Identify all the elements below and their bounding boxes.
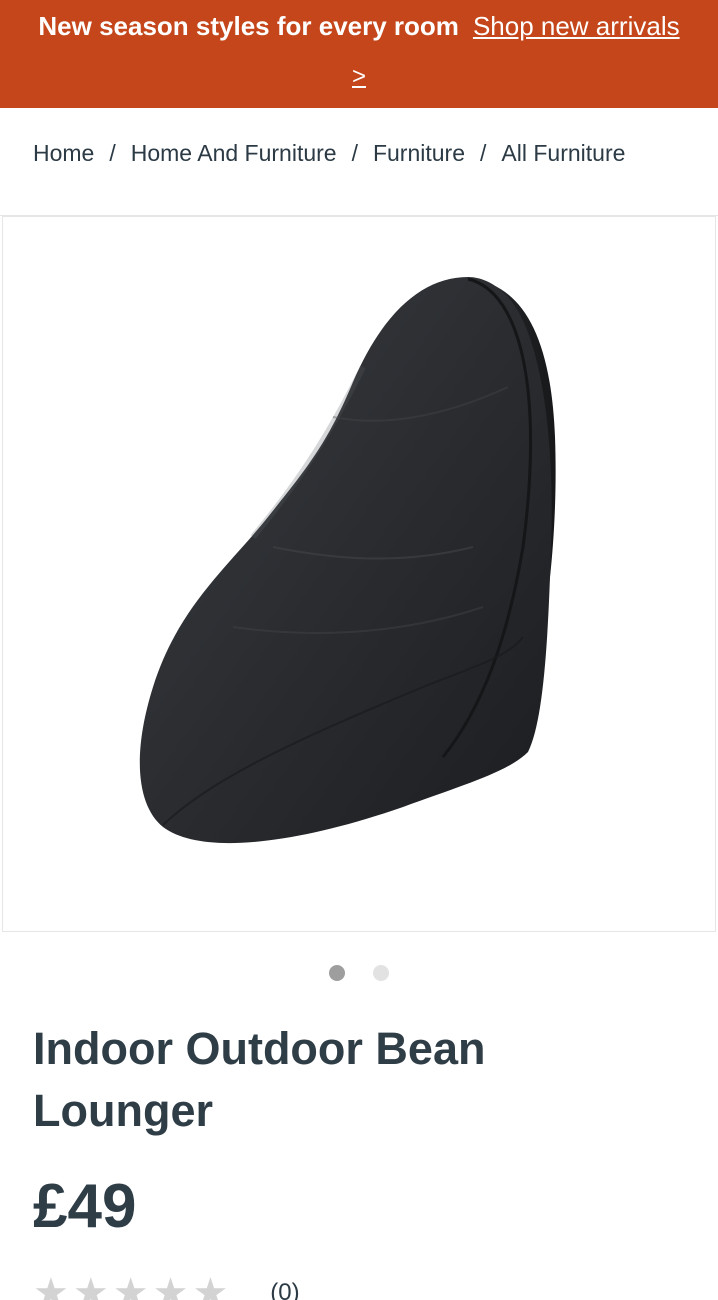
star-icon: ★: [112, 1271, 149, 1300]
promo-line: New season styles for every room Shop new…: [0, 10, 718, 42]
promo-text: New season styles for every room: [38, 11, 459, 41]
review-count[interactable]: (0): [270, 1270, 299, 1300]
breadcrumb-separator: /: [480, 140, 487, 166]
breadcrumb-all-furniture[interactable]: All Furniture: [501, 140, 625, 166]
shop-new-arrivals-link[interactable]: Shop new arrivals: [473, 11, 680, 41]
breadcrumb-separator: /: [109, 140, 116, 166]
breadcrumb-home[interactable]: Home: [33, 140, 94, 166]
star-icon: ★: [152, 1271, 189, 1300]
product-title: Indoor Outdoor Bean Lounger: [33, 1023, 486, 1136]
product-price: £49: [33, 1172, 137, 1241]
gallery-pagination: [0, 965, 718, 983]
star-icon: ★: [33, 1271, 69, 1300]
gallery-dot-1[interactable]: [329, 965, 345, 981]
product-image: [139, 277, 556, 844]
breadcrumb-list: Home / Home And Furniture / Furniture / All Fu…: [33, 138, 625, 168]
breadcrumb-home-and-furniture[interactable]: Home And Furniture: [131, 140, 337, 166]
promo-arrow-link[interactable]: >: [0, 62, 718, 92]
star-icon: ★: [192, 1271, 229, 1300]
promo-banner: New season styles for every room Shop new…: [0, 0, 718, 108]
breadcrumb-separator: /: [351, 140, 358, 166]
product-rating[interactable]: ★ ★ ★ ★ ★ (0): [33, 1270, 300, 1300]
star-icon: ★: [72, 1271, 109, 1300]
breadcrumb-furniture[interactable]: Furniture: [373, 140, 465, 166]
breadcrumb: Home / Home And Furniture / Furniture / All Fu…: [0, 108, 718, 216]
product-image-gallery[interactable]: [2, 216, 716, 932]
gallery-dot-2[interactable]: [373, 965, 389, 981]
